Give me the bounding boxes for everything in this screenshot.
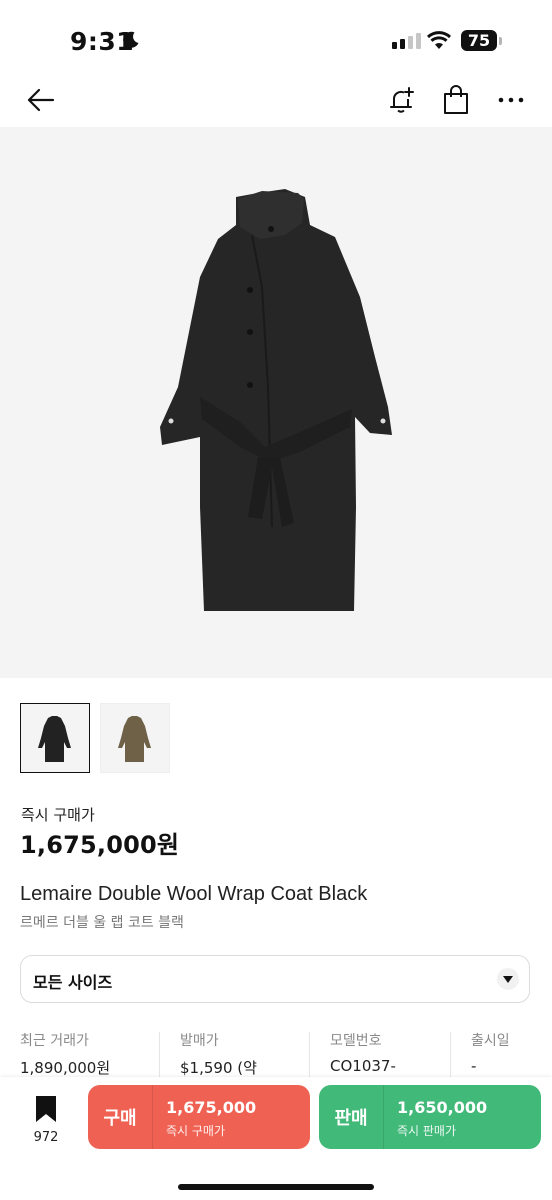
- back-button[interactable]: [20, 80, 60, 120]
- coat-illustration: [160, 189, 392, 611]
- bottom-action-bar: 972 구매 1,675,000 즉시 구매가 판매 1,650,000 즉시 …: [0, 1077, 552, 1200]
- instant-buy-price-label: 즉시 구매가: [21, 806, 95, 824]
- wishlist-button[interactable]: 972: [26, 1095, 66, 1145]
- release-date: 출시일 -: [471, 1030, 510, 1075]
- more-options-button[interactable]: [491, 80, 531, 120]
- dropdown-caret-icon: [497, 968, 519, 990]
- nav-bar: [0, 72, 552, 126]
- thumbnail-black[interactable]: [20, 703, 90, 773]
- info-value: 1,890,000원: [20, 1059, 111, 1077]
- size-selector-label: 모든 사이즈: [33, 973, 113, 992]
- product-name-korean: 르메르 더블 울 랩 코트 블랙: [20, 915, 184, 931]
- buy-amount: 1,675,000: [166, 1098, 257, 1117]
- size-selector[interactable]: 모든 사이즈: [20, 955, 530, 1003]
- info-label: 출시일: [471, 1033, 510, 1049]
- wishlist-count: 972: [33, 1130, 59, 1145]
- info-divider: [309, 1032, 310, 1080]
- button-divider: [152, 1085, 153, 1149]
- battery-icon: 75: [461, 30, 497, 51]
- sell-button[interactable]: 판매 1,650,000 즉시 판매가: [319, 1085, 541, 1149]
- cellular-signal-icon: [392, 33, 421, 49]
- moon-icon: [123, 31, 139, 48]
- info-label: 모델번호: [330, 1033, 382, 1049]
- product-image[interactable]: [0, 127, 552, 678]
- model-number: 모델번호 CO1037-: [330, 1030, 396, 1075]
- bookmark-icon: [36, 1096, 56, 1122]
- bell-plus-icon: [390, 87, 414, 113]
- info-divider: [450, 1032, 451, 1080]
- shopping-bag-button[interactable]: [436, 80, 476, 120]
- instant-buy-price: 1,675,000원: [20, 831, 180, 859]
- buy-button[interactable]: 구매 1,675,000 즉시 구매가: [88, 1085, 310, 1149]
- coat-thumbnail-black: [38, 716, 71, 762]
- info-value: -: [471, 1057, 477, 1075]
- info-label: 발매가: [180, 1033, 219, 1049]
- sell-amount: 1,650,000: [397, 1098, 488, 1117]
- battery-tip: [499, 37, 502, 45]
- buy-subtitle: 즉시 구매가: [166, 1124, 226, 1138]
- thumbnail-khaki[interactable]: [100, 703, 170, 773]
- sell-label: 판매: [334, 1108, 368, 1129]
- shopping-bag-icon: [444, 85, 468, 114]
- battery-level: 75: [467, 31, 491, 50]
- info-label: 최근 거래가: [20, 1033, 89, 1049]
- info-value: CO1037-: [330, 1057, 396, 1075]
- product-info-row: 최근 거래가 1,890,000원 발매가 $1,590 (약 모델번호 CO1…: [0, 1030, 552, 1080]
- more-horizontal-icon: [498, 97, 524, 103]
- button-divider: [383, 1085, 384, 1149]
- image-thumbnails: [20, 703, 170, 773]
- sell-subtitle: 즉시 판매가: [397, 1124, 457, 1138]
- info-value: $1,590 (약: [180, 1059, 257, 1077]
- home-indicator[interactable]: [178, 1184, 374, 1190]
- wifi-icon: [426, 31, 452, 49]
- product-name-english: Lemaire Double Wool Wrap Coat Black: [20, 883, 368, 905]
- info-divider: [159, 1032, 160, 1080]
- release-price: 발매가 $1,590 (약: [180, 1030, 257, 1078]
- notification-add-button[interactable]: [381, 80, 421, 120]
- buy-label: 구매: [103, 1108, 137, 1129]
- coat-thumbnail-khaki: [118, 716, 151, 762]
- status-bar: 9:31 75: [0, 0, 552, 80]
- recent-trade-price: 최근 거래가 1,890,000원: [20, 1030, 110, 1078]
- back-arrow-icon: [27, 88, 55, 112]
